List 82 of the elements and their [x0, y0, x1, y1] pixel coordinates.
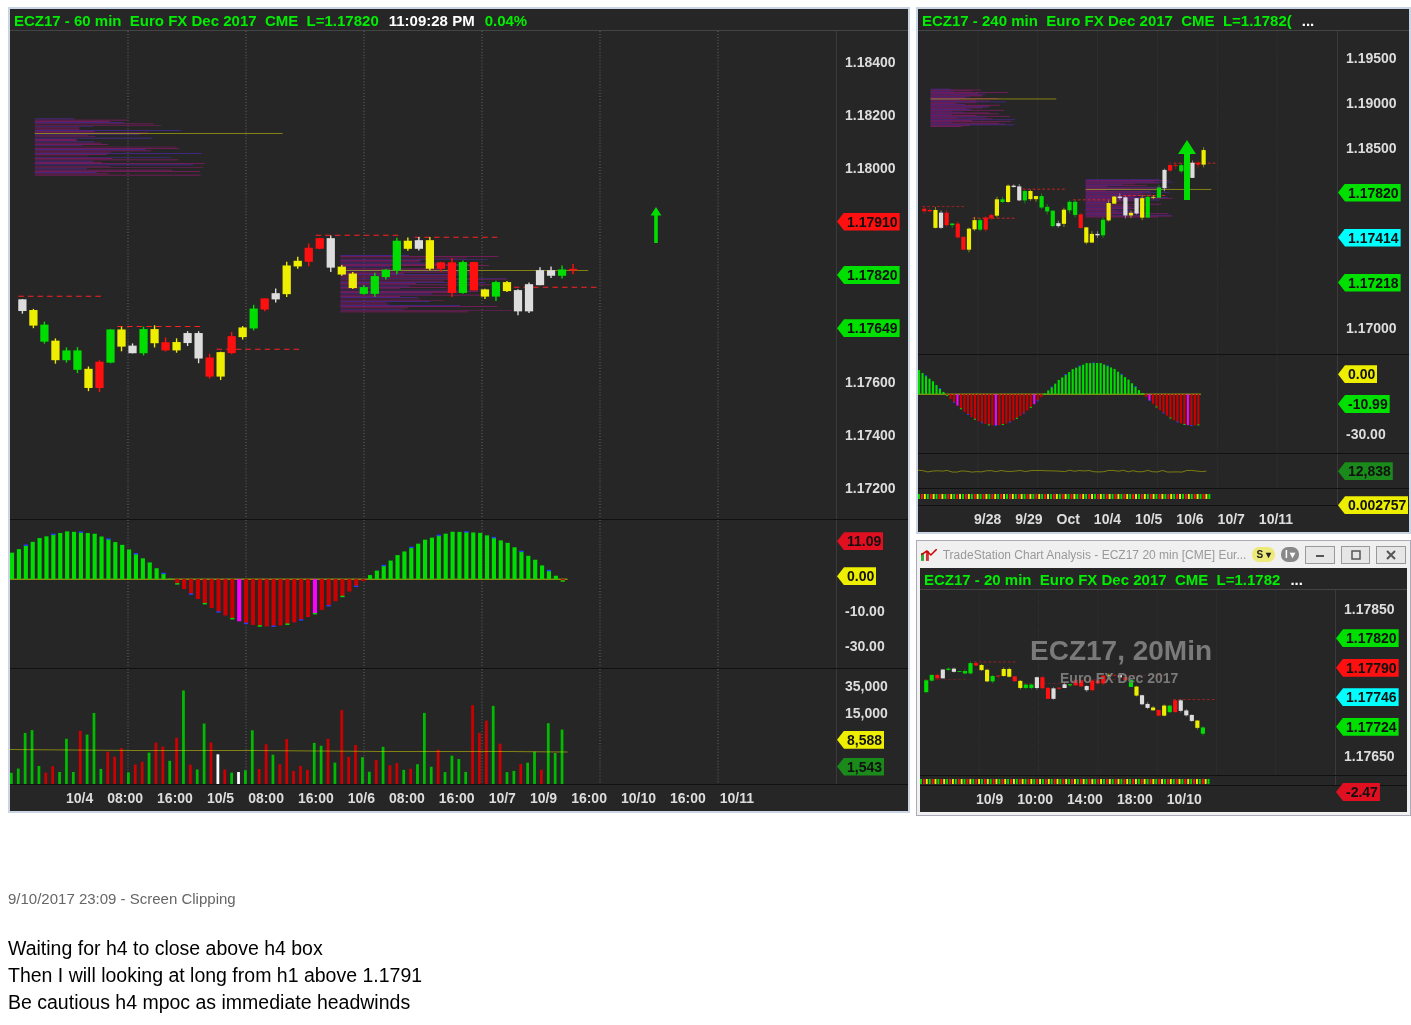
axis-label: 1.17850 — [1343, 600, 1395, 617]
price-tag: 1.17820 — [1336, 629, 1399, 648]
time-axis-label: 10/10 — [1166, 790, 1202, 809]
time-axis-label: 10/5 — [1135, 510, 1163, 529]
time-axis-label: 10/10 — [620, 789, 656, 808]
axis-label: 1.19500 — [1345, 49, 1397, 66]
axis-label: 1.17000 — [1345, 319, 1397, 336]
chart-header-text: ECZ17 - 240 min Euro FX Dec 2017 CME L=1.1782( — [922, 11, 1292, 29]
maximize-icon[interactable] — [1348, 548, 1363, 561]
axis-label: 1.18000 — [844, 160, 896, 177]
time-axis-label: 10/4 — [1093, 510, 1122, 529]
axis-label: 1.19000 — [1345, 94, 1397, 111]
chart-header-text: 0.04% — [484, 11, 528, 29]
time-axis-label: 10/9 — [529, 789, 558, 808]
time-axis-label: 08:00 — [107, 789, 144, 808]
price-tag: 11.09 — [837, 532, 884, 551]
price-tag: 0.002757 — [1338, 496, 1409, 515]
chart-logo-icon — [921, 548, 937, 561]
axis-label: 35,000 — [844, 678, 888, 695]
close-icon[interactable] — [1384, 548, 1399, 561]
clipping-timestamp: 9/10/2017 23:09 - Screen Clipping — [8, 889, 237, 909]
time-axis-label: 9/28 — [974, 510, 1002, 529]
price-tag: 1.17649 — [837, 319, 900, 338]
time-axis-label: 16:00 — [670, 789, 706, 808]
note-text: Be cautious h4 mpoc as immediate headwinds — [8, 989, 412, 1015]
price-tag: 1.17746 — [1336, 688, 1399, 707]
time-axis-label: 10/11 — [719, 789, 755, 808]
axis-label: 15,000 — [844, 704, 888, 721]
time-axis-label: 10/7 — [488, 789, 516, 808]
time-axis-label: 10/5 — [206, 789, 235, 808]
chart-header-text: ECZ17 - 60 min Euro FX Dec 2017 CME L=1.17820 — [14, 11, 379, 29]
note-text: Waiting for h4 to close above h4 box — [8, 935, 324, 961]
toolbar-button[interactable]: I ▾ — [1280, 547, 1300, 562]
price-tag: 0.00 — [837, 567, 877, 586]
price-tag: 12,838 — [1338, 462, 1393, 481]
time-axis-label: 16:00 — [438, 789, 475, 808]
window-title: TradeStation Chart Analysis - ECZ17 20 min [CME] Eur... — [942, 546, 1247, 564]
axis-label: -10.00 — [844, 603, 885, 620]
time-axis-label: 10/11 — [1258, 510, 1294, 529]
price-tag: -10.99 — [1338, 395, 1390, 414]
chart-header-text: 11:09:28 PM — [388, 11, 475, 29]
time-axis-label: Oct — [1056, 510, 1080, 529]
axis-label: -30.00 — [844, 638, 885, 655]
price-tag: 1.17724 — [1336, 717, 1399, 736]
chart-watermark: ECZ17, 20Min — [1030, 634, 1213, 668]
time-axis-label: 10/7 — [1217, 510, 1245, 529]
time-axis-label: 16:00 — [297, 789, 334, 808]
time-axis-label: 16:00 — [157, 789, 193, 808]
price-tag: 1,543 — [837, 757, 885, 776]
price-tag: 1.17910 — [837, 212, 900, 231]
time-axis-label: 18:00 — [1116, 790, 1153, 809]
toolbar-button[interactable]: S ▾ — [1252, 547, 1275, 562]
price-tag: 1.17218 — [1338, 273, 1401, 292]
price-tag: 1.17820 — [837, 265, 900, 284]
price-tag: -2.47 — [1336, 783, 1380, 802]
time-axis-label: 10/6 — [347, 789, 375, 808]
axis-label: -30.00 — [1345, 426, 1386, 443]
chart-header-text: ... — [1290, 570, 1303, 588]
time-axis-label: 14:00 — [1067, 790, 1103, 809]
price-tag: 1.17414 — [1338, 228, 1401, 247]
time-axis-label: 08:00 — [389, 789, 425, 808]
note-text: Then I will looking at long from h1 above 1.1791 — [8, 962, 424, 988]
time-axis-label: 08:00 — [248, 789, 284, 808]
axis-label: 1.18500 — [1345, 139, 1397, 156]
time-axis-label: 9/29 — [1015, 510, 1043, 529]
axis-label: 1.18400 — [844, 53, 896, 70]
axis-label: 1.17600 — [844, 373, 896, 390]
axis-label: 1.17200 — [844, 480, 896, 497]
axis-label: 1.17650 — [1343, 748, 1395, 765]
price-tag: 1.17820 — [1338, 183, 1401, 202]
chart-header-text: ECZ17 - 20 min Euro FX Dec 2017 CME L=1.1782 — [924, 570, 1281, 588]
price-tag: 1.17790 — [1336, 658, 1399, 677]
time-axis-label: 10:00 — [1017, 790, 1054, 809]
time-axis-label: 16:00 — [571, 789, 607, 808]
price-tag: 8,588 — [837, 730, 885, 749]
time-axis-label: 10/4 — [66, 789, 94, 808]
time-axis-label: 10/6 — [1176, 510, 1204, 529]
axis-label: 1.17400 — [844, 426, 896, 443]
time-axis-label: 10/9 — [976, 790, 1004, 809]
axis-label: 1.18200 — [844, 106, 896, 123]
price-tag: 0.00 — [1338, 365, 1378, 384]
chart-header-text: ... — [1301, 11, 1315, 29]
